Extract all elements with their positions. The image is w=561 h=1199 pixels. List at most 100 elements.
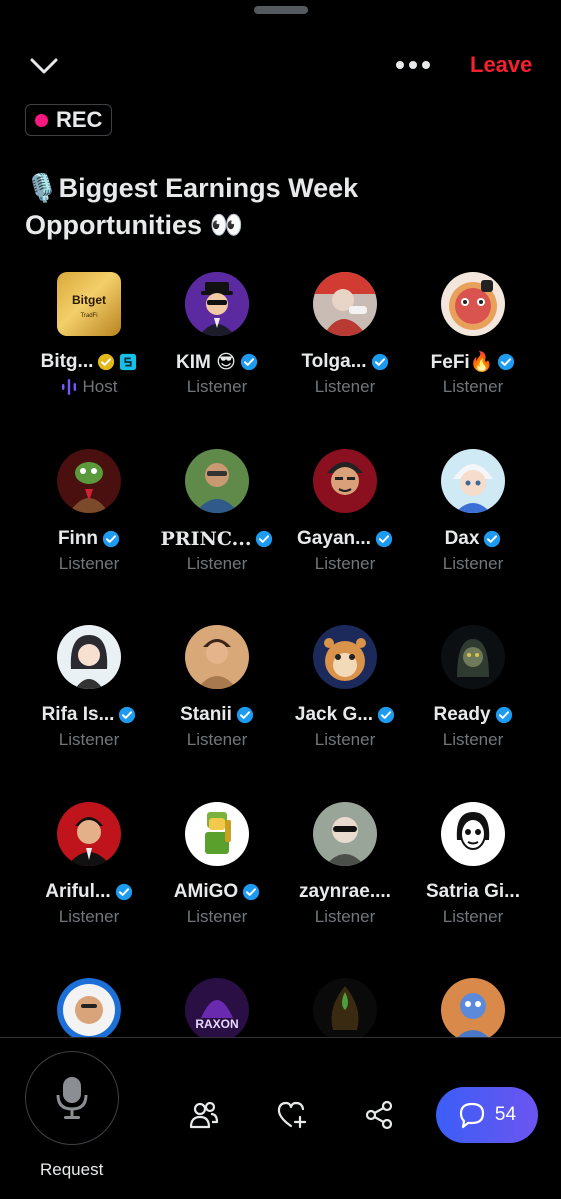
avatar: [185, 448, 249, 513]
participant-role: Listener: [186, 906, 248, 926]
name-row: Stanii: [180, 703, 254, 727]
participant-name: Gayan...: [297, 527, 371, 549]
participants-button[interactable]: [186, 1097, 222, 1133]
participant-role: Listener: [442, 906, 504, 926]
participant-name: Ariful...: [45, 880, 111, 902]
participant-card[interactable]: Rifa Is... Listener: [25, 625, 153, 802]
footer-divider: [0, 1037, 561, 1038]
verified-icon: [375, 530, 393, 547]
verified-icon: [115, 883, 132, 900]
participant-card[interactable]: Gayan... Listener: [281, 448, 409, 626]
participant-name: AMiGO: [173, 880, 239, 902]
avatar: [313, 625, 377, 689]
participant-name: PRINC...: [160, 527, 252, 550]
verified-icon: [484, 530, 501, 547]
verified-icon: [240, 353, 258, 371]
verified-icon: [498, 353, 515, 371]
recording-badge: REC: [25, 104, 113, 136]
participant-card[interactable]: Bitget TradFi Bitg... Host: [25, 272, 153, 449]
chat-bubble-icon: [459, 1102, 485, 1129]
participant-card[interactable]: [281, 978, 409, 1037]
name-row: Satria Gi...: [426, 880, 520, 904]
more-dot: [409, 61, 417, 69]
leave-button[interactable]: Leave: [470, 52, 532, 78]
avatar: [441, 978, 505, 1037]
participant-card[interactable]: Finn Listener: [25, 448, 153, 626]
name-row: Jack G...: [295, 703, 395, 727]
participant-card[interactable]: [409, 978, 537, 1037]
name-row: Rifa Is...: [42, 703, 137, 727]
name-row: KIM 😎: [176, 350, 258, 374]
participant-role: Listener: [442, 553, 504, 573]
participant-role: Host: [82, 377, 118, 396]
recording-label: REC: [56, 107, 103, 132]
heart-plus-icon: [277, 1101, 307, 1129]
participant-card[interactable]: AMiGO Listener: [153, 801, 281, 979]
avatar: [57, 448, 121, 513]
request-mic-button[interactable]: [25, 1051, 119, 1145]
avatar: [441, 625, 505, 689]
participant-card[interactable]: KIM 😎 Listener: [153, 272, 281, 449]
name-row: Finn: [58, 527, 120, 551]
participant-role: Listener: [58, 553, 120, 573]
verified-icon: [377, 706, 395, 724]
share-button[interactable]: [361, 1097, 397, 1133]
participant-role: Listener: [442, 730, 504, 749]
participant-name: zaynrae....: [299, 880, 391, 902]
participant-card[interactable]: Jack G... Listener: [281, 625, 409, 802]
share-icon: [365, 1100, 393, 1130]
participant-name: Dax: [444, 527, 480, 549]
reactions-button[interactable]: [274, 1097, 310, 1133]
raxon-logo-text: RAXON: [195, 1017, 238, 1031]
recording-dot-icon: [35, 113, 48, 127]
participant-card[interactable]: Ready Listener: [409, 625, 537, 802]
participant-card[interactable]: Tolga... Listener: [281, 272, 409, 449]
name-row: zaynrae....: [299, 880, 391, 904]
participant-role: Listener: [442, 377, 504, 396]
participant-card[interactable]: Ariful... Listener: [25, 801, 153, 979]
chat-button[interactable]: 54: [436, 1087, 538, 1143]
participant-role: Listener: [58, 730, 120, 749]
request-label: Request: [40, 1160, 104, 1179]
participant-name: FeFi🔥: [430, 352, 494, 373]
collapse-button[interactable]: [22, 48, 66, 84]
name-row: Bitg...: [41, 350, 138, 374]
participant-name: KIM 😎: [176, 351, 236, 373]
participant-role: Listener: [186, 377, 248, 396]
avatar: [313, 801, 377, 866]
sheet-grab-handle[interactable]: [254, 6, 308, 14]
verified-icon: [495, 706, 512, 724]
gold-verified-icon: [98, 353, 115, 371]
avatar: [313, 272, 377, 336]
participant-role: Listener: [314, 377, 376, 396]
verified-icon: [119, 706, 136, 724]
space-title-line-2: Opportunities 👀: [25, 210, 244, 240]
space-title-line-1: 🎙️Biggest Earnings Week: [25, 173, 359, 203]
name-row: AMiGO: [174, 880, 260, 904]
participant-name: Tolga...: [301, 351, 367, 372]
participant-card[interactable]: Satria Gi... Listener: [409, 801, 537, 979]
avatar: [313, 978, 377, 1037]
top-bar: Leave: [0, 40, 561, 96]
more-dot: [422, 61, 430, 69]
participant-card[interactable]: FeFi🔥 Listener: [409, 272, 537, 449]
participant-card[interactable]: zaynrae.... Listener: [281, 801, 409, 979]
participant-card[interactable]: Stanii Listener: [153, 625, 281, 802]
role-row: Host: [61, 376, 118, 398]
participant-card[interactable]: [25, 978, 153, 1037]
name-row: FeFi🔥: [431, 350, 516, 374]
more-horizontal-icon: [396, 61, 404, 69]
name-row: Ariful...: [45, 880, 132, 904]
participant-name: Satria Gi...: [426, 880, 520, 902]
chat-count: 54: [494, 1104, 517, 1125]
participant-card[interactable]: RAXON: [153, 978, 281, 1037]
participant-card[interactable]: Dax Listener: [409, 448, 537, 626]
people-icon: [189, 1101, 219, 1129]
chevron-down-icon: [30, 58, 58, 74]
participant-card[interactable]: PRINC... Listener: [153, 448, 281, 626]
more-button[interactable]: [388, 50, 438, 80]
avatar: Bitget TradFi: [57, 272, 121, 336]
participant-name: Finn: [57, 527, 99, 549]
avatar: [185, 272, 249, 336]
avatar: [313, 448, 377, 513]
